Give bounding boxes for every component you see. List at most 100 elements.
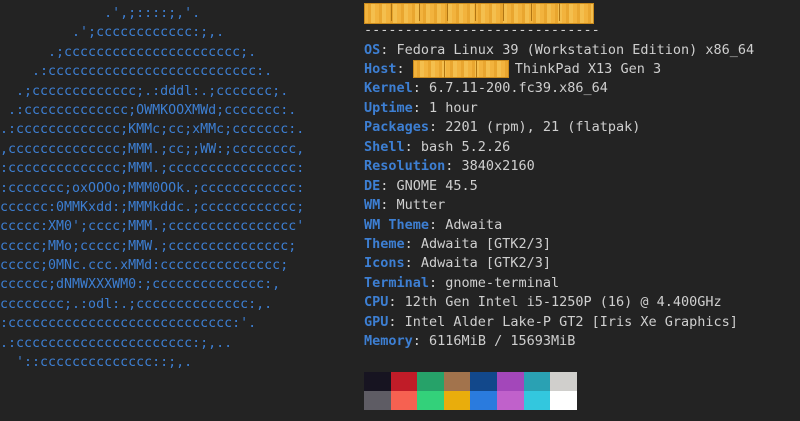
info-row-os: OS: Fedora Linux 39 (Workstation Edition… [364,41,754,60]
palette-swatch [523,391,551,410]
info-key: Theme [364,236,405,252]
logo-line: :ccccccc;oxOOOo;MMM0OOk.;cccccccccccc: [0,180,305,196]
info-row-packages: Packages: 2201 (rpm), 21 (flatpak) [364,118,640,137]
info-separator: : [412,99,430,116]
info-row-wm-theme: WM Theme: Adwaita [364,216,502,235]
info-value: gnome-terminal [445,274,560,291]
info-key: DE [364,177,381,194]
info-row-icons: Icons: Adwaita [GTK2/3] [364,254,551,273]
info-separator: : [429,274,446,291]
info-value: Mutter [396,197,446,214]
info-separator: : [380,41,397,58]
info-key: WM [364,197,381,214]
logo-line: '::cccccccccccccc::;,. [0,355,193,371]
info-value: 2201 (rpm), 21 (flatpak) [445,119,641,136]
info-separator: : [404,138,421,155]
info-key: WM Theme [364,216,430,233]
info-key: Memory [364,333,413,350]
info-value: 12th Gen Intel i5-1250P (16) @ 4.400GHz [404,294,722,311]
info-row-theme: Theme: Adwaita [GTK2/3] [364,235,551,254]
info-row-terminal: Terminal: gnome-terminal [364,274,559,293]
info-value: bash 5.2.26 [420,138,511,155]
info-key: Packages [364,119,430,136]
info-key: Icons [364,255,405,272]
info-key: Host [364,60,397,77]
palette-swatch [497,391,524,410]
info-separator: : [380,177,397,194]
title-underline: ----------------------------- [364,22,600,38]
palette-swatch [550,391,577,410]
info-row-wm: WM: Mutter [364,196,445,215]
logo-line: .:ccccccccccccc;OWMKOOXMWd;ccccccc:. [0,102,297,118]
palette-swatch [470,372,497,391]
logo-line: .:cccccccccccccccccccccccccc:. [0,64,273,80]
palette-swatch [443,391,471,410]
palette-swatch [364,372,391,391]
logo-line: cccccc;dNMWXXXWM0:;cccccccccccccc:, [0,277,281,293]
info-value: 6116MiB / 15693MiB [429,333,576,350]
palette-swatch [443,372,471,391]
palette-swatch [497,372,524,391]
palette-swatch [390,372,418,391]
info-separator: : [396,60,413,77]
logo-line: cccccc:0MMKxdd:;MMMkddc.;cccccccccccc; [0,199,305,215]
info-value: 6.7.11-200.fc39.x86_64 [429,80,608,97]
info-key: Shell [364,138,405,155]
info-key: Uptime [364,99,413,116]
info-value: 1 hour [429,99,478,116]
info-key: Resolution [364,158,446,175]
logo-line: .;cccccccccccccccccccccc;. [0,44,257,60]
info-value: ThinkPad X13 Gen 3 [514,60,662,77]
logo-line: .:ccccccccccccc;KMMc;cc;xMMc;ccccccc:. [0,122,305,138]
info-separator: : [412,333,430,350]
info-row-shell: Shell: bash 5.2.26 [364,138,510,157]
info-value: GNOME 45.5 [396,177,478,194]
info-value: Adwaita [445,216,503,233]
info-separator: : [429,216,446,233]
info-separator: : [388,294,405,311]
info-row-cpu: CPU: 12th Gen Intel i5-1250P (16) @ 4.40… [364,293,722,312]
terminal-window[interactable]: .',;::::;,'. .';cccccccccccc:;,. .;ccccc… [0,0,800,421]
redacted-host-prefix [412,59,509,78]
info-key: CPU [364,294,389,311]
info-row-resolution: Resolution: 3840x2160 [364,157,535,176]
info-value: Intel Alder Lake-P GT2 [Iris Xe Graphics… [404,313,738,330]
info-row-kernel: Kernel: 6.7.11-200.fc39.x86_64 [364,79,608,98]
logo-line: cccccccc;.:odl:.;cccccccccccccc:,. [0,296,273,312]
info-value: Adwaita [GTK2/3] [420,236,551,252]
info-row-de: DE: GNOME 45.5 [364,177,478,196]
info-separator: : [388,313,405,330]
logo-line: .';cccccccccccc:;,. [0,25,225,41]
logo-line: ccccc;MMo;ccccc;MMW.;ccccccccccccccc; [0,238,297,254]
logo-line: :cccccccccccccc;MMM.;cccccccccccccccc: [0,161,305,177]
info-value: 3840x2160 [461,158,535,175]
info-separator: : [380,197,397,214]
info-separator: : [445,158,462,175]
palette-swatch [470,391,497,410]
info-row-gpu: GPU: Intel Alder Lake-P GT2 [Iris Xe Gra… [364,313,738,332]
logo-line: .',;::::;,'. [0,6,201,21]
info-separator: : [429,119,446,136]
info-row-host: Host: ThinkPad X13 Gen 3 [364,59,662,79]
info-value: Fedora Linux 39 (Workstation Edition) x8… [396,41,755,58]
palette-swatch [523,372,551,391]
palette-swatch [417,391,444,410]
info-key: GPU [364,313,389,330]
palette-swatch [417,372,444,391]
info-separator: : [404,255,421,272]
palette-swatch [550,372,577,391]
logo-line: ccccc:XM0';cccc;MMM.;cccccccccccccccc' [0,219,305,235]
logo-line: .;ccccccccccccc;.:dddl:.;ccccccc;. [0,83,289,99]
fedora-ascii-logo: .',;::::;,'. .';cccccccccccc:;,. .;ccccc… [0,4,304,372]
info-row-uptime: Uptime: 1 hour [364,99,478,118]
info-key: Kernel [364,80,413,97]
logo-line: ,cccccccccccccc;MMM.;cc;;WW:;cccccccc, [0,141,305,157]
palette-swatch [364,391,391,410]
info-separator: : [404,236,421,252]
info-value: Adwaita [GTK2/3] [420,255,551,272]
info-key: Terminal [364,274,430,291]
logo-line: ccccc;0MNc.ccc.xMMd:ccccccccccccccc; [0,258,289,274]
info-key: OS [364,41,381,58]
palette-swatch [390,391,418,410]
info-separator: : [412,80,430,97]
